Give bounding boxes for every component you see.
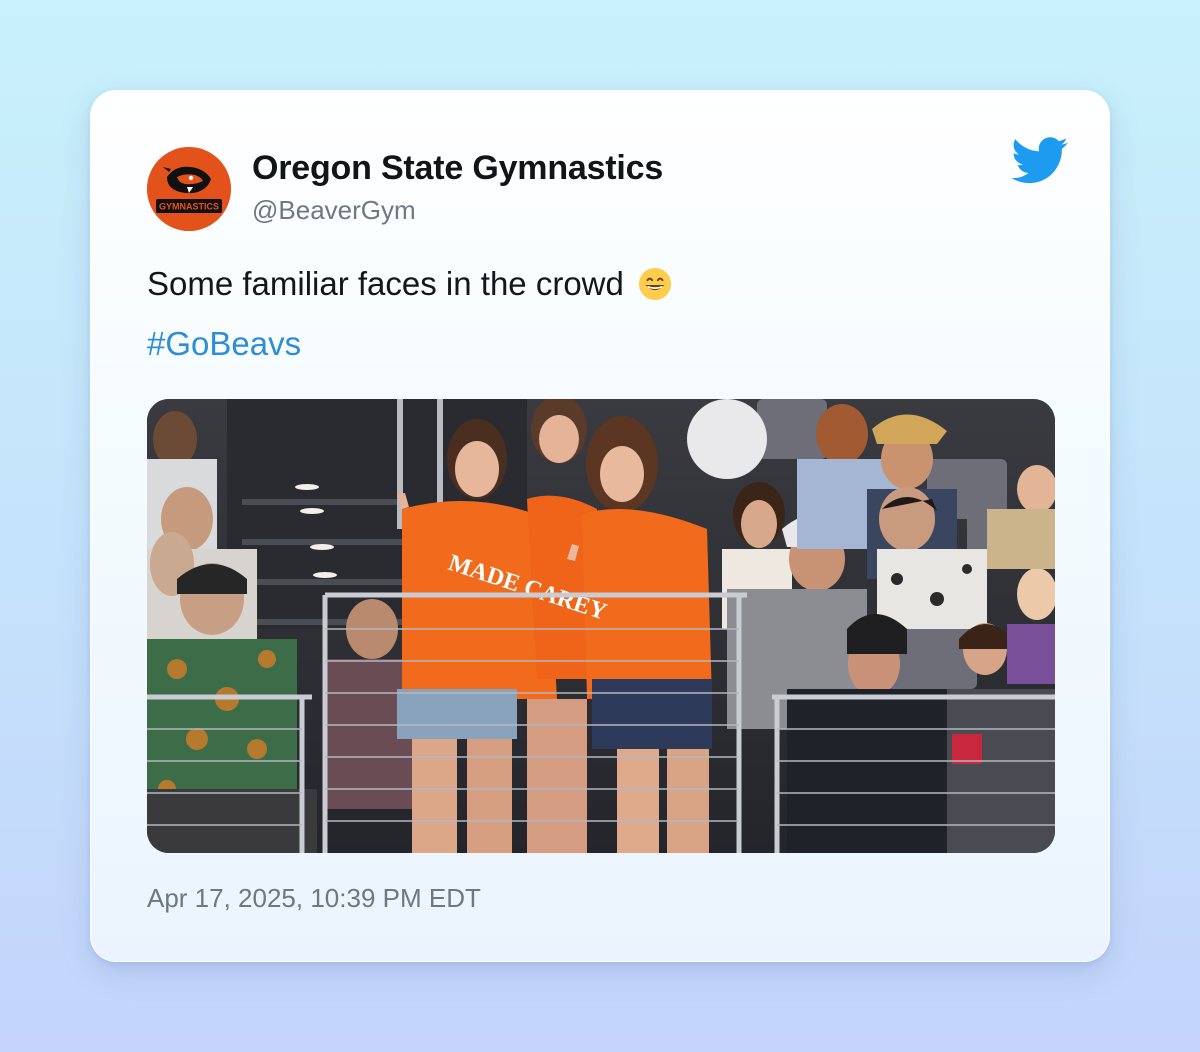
tweet-text-row: Some familiar faces in the crowd: [147, 265, 672, 303]
tweet-timestamp[interactable]: Apr 17, 2025, 10:39 PM EDT: [147, 883, 481, 914]
tweet-card: GYMNASTICS Oregon State Gymnastics @Beav…: [90, 90, 1110, 962]
crowd-photo-image: MADE CAREY: [147, 399, 1055, 853]
hashtag-link[interactable]: #GoBeavs: [147, 325, 301, 363]
twitter-bird-icon[interactable]: [1011, 137, 1069, 185]
avatar[interactable]: GYMNASTICS: [147, 147, 231, 231]
tweet-text: Some familiar faces in the crowd: [147, 265, 624, 302]
avatar-text: GYMNASTICS: [159, 202, 219, 212]
author-handle[interactable]: @BeaverGym: [252, 195, 416, 226]
tweet-photo[interactable]: MADE CAREY: [147, 399, 1055, 853]
beaver-logo-icon: GYMNASTICS: [147, 147, 231, 231]
author-display-name[interactable]: Oregon State Gymnastics: [252, 149, 663, 188]
grinning-face-emoji-icon: [638, 267, 671, 301]
